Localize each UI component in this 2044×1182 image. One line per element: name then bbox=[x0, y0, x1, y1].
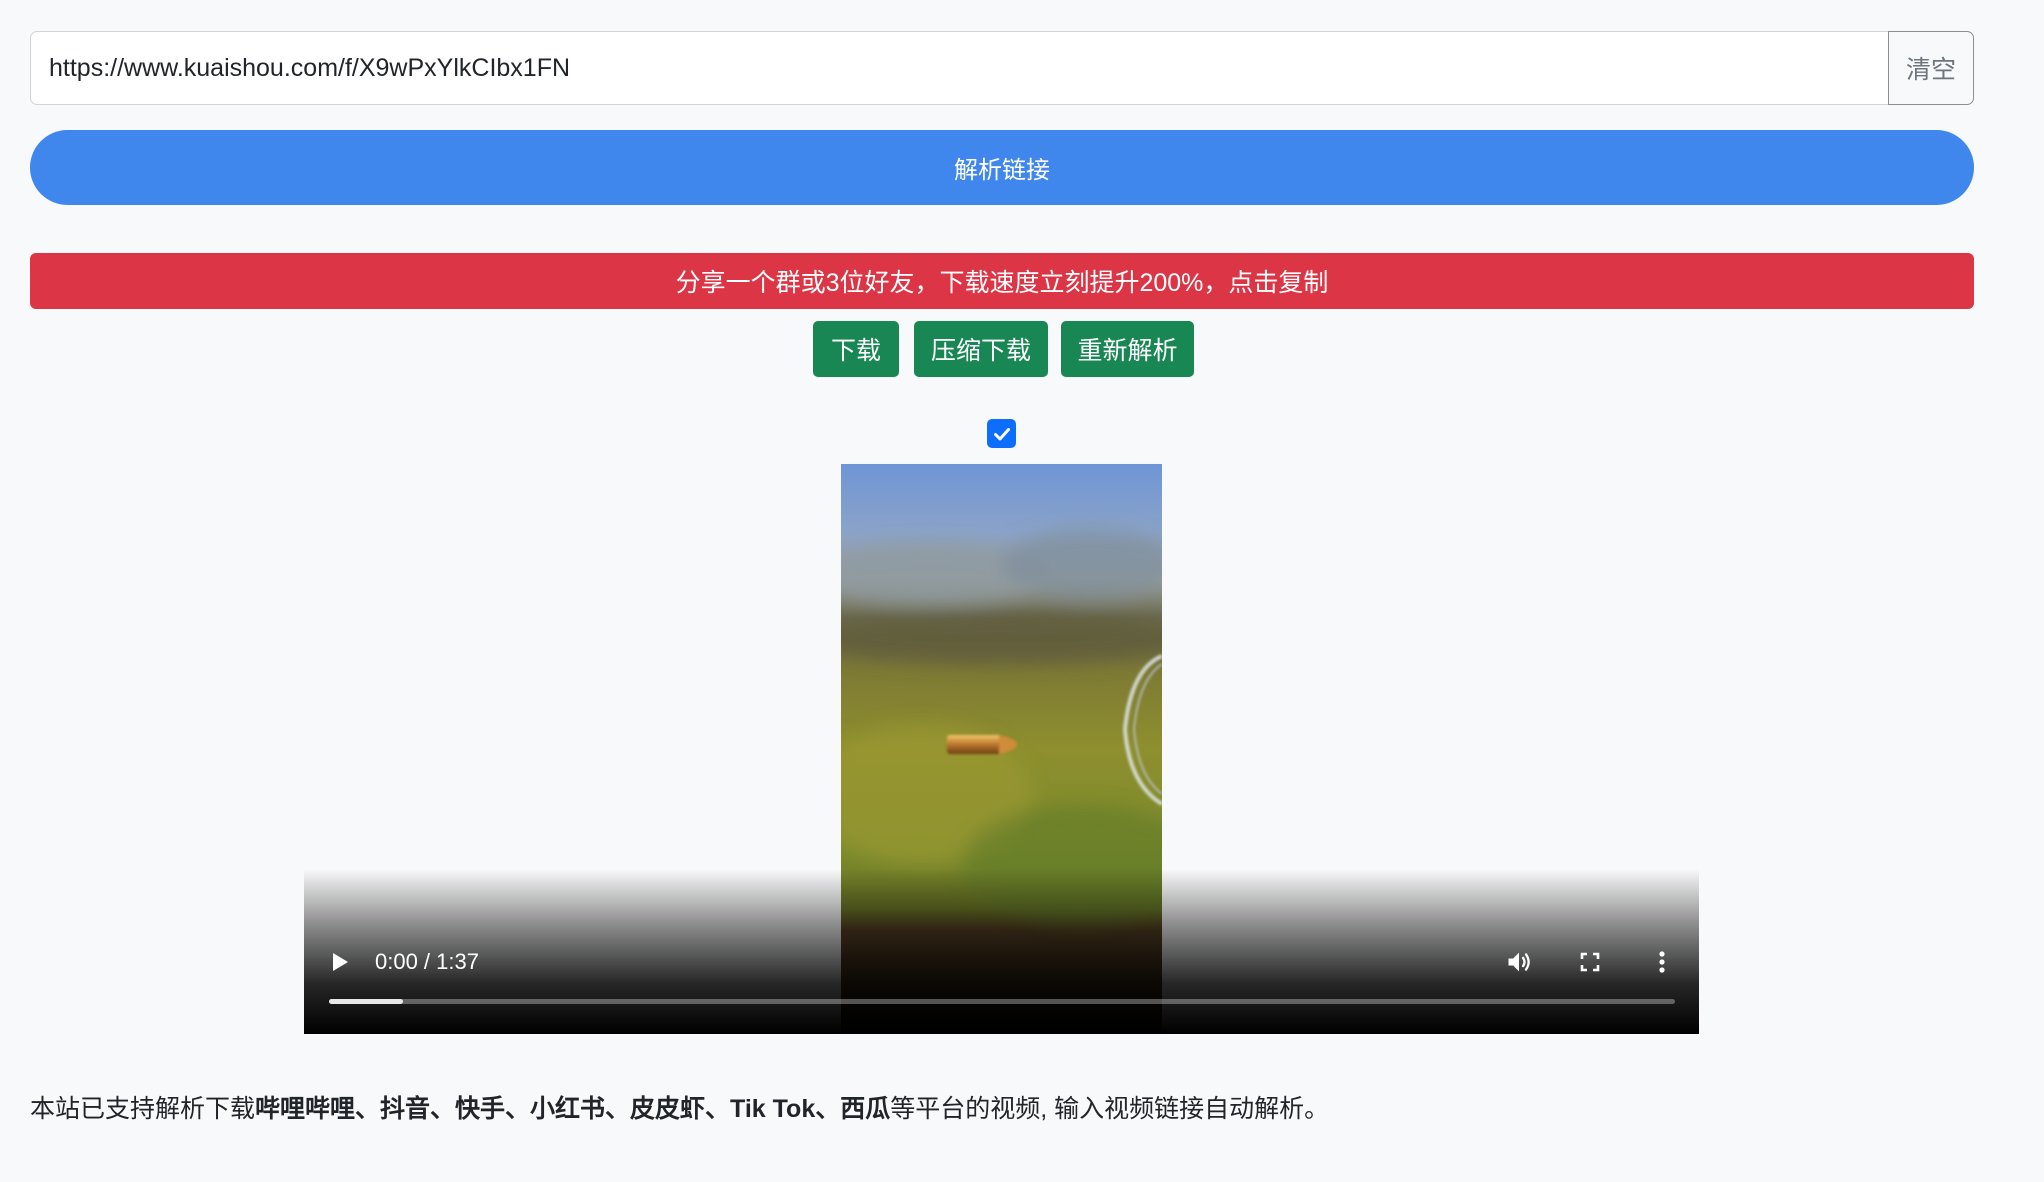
more-options-icon bbox=[1659, 951, 1665, 973]
play-button[interactable] bbox=[322, 944, 358, 980]
compress-download-button[interactable]: 压缩下载 bbox=[914, 321, 1048, 377]
select-video-checkbox[interactable] bbox=[987, 419, 1016, 448]
footer-suffix: 等平台的视频, 输入视频链接自动解析。 bbox=[890, 1095, 1330, 1123]
download-button[interactable]: 下载 bbox=[813, 321, 899, 377]
controls-gradient bbox=[304, 869, 1699, 1034]
clear-button[interactable]: 清空 bbox=[1888, 31, 1974, 105]
url-input[interactable] bbox=[30, 31, 1888, 105]
compress-download-label: 压缩下载 bbox=[930, 337, 1031, 365]
volume-icon bbox=[1508, 952, 1530, 972]
supported-platforms-note: 本站已支持解析下载哔哩哔哩、抖音、快手、小红书、皮皮虾、Tik Tok、西瓜等平… bbox=[30, 1093, 1329, 1125]
reparse-label: 重新解析 bbox=[1077, 337, 1178, 365]
clear-button-label: 清空 bbox=[1905, 56, 1956, 84]
footer-prefix: 本站已支持解析下载 bbox=[30, 1095, 256, 1123]
volume-button[interactable] bbox=[1501, 944, 1537, 980]
download-label: 下载 bbox=[830, 337, 881, 365]
video-player[interactable]: 0:00 / 1:37 bbox=[304, 464, 1699, 1034]
fullscreen-icon bbox=[1580, 952, 1600, 972]
video-time-display: 0:00 / 1:37 bbox=[375, 949, 479, 974]
video-buffered-fill bbox=[329, 999, 404, 1004]
share-banner-text: 分享一个群或3位好友，下载速度立刻提升200%，点击复制 bbox=[675, 269, 1329, 297]
share-copy-banner[interactable]: 分享一个群或3位好友，下载速度立刻提升200%，点击复制 bbox=[30, 253, 1974, 309]
parse-link-button[interactable]: 解析链接 bbox=[30, 130, 1974, 205]
fullscreen-button[interactable] bbox=[1572, 944, 1608, 980]
play-icon bbox=[333, 953, 348, 971]
video-progress-bar[interactable] bbox=[329, 999, 1675, 1004]
parse-link-label: 解析链接 bbox=[954, 157, 1050, 184]
reparse-button[interactable]: 重新解析 bbox=[1061, 321, 1194, 377]
more-options-button[interactable] bbox=[1644, 944, 1680, 980]
footer-platforms: 哔哩哔哩、抖音、快手、小红书、皮皮虾、Tik Tok、西瓜 bbox=[255, 1095, 891, 1123]
checkmark-icon bbox=[993, 427, 1010, 440]
